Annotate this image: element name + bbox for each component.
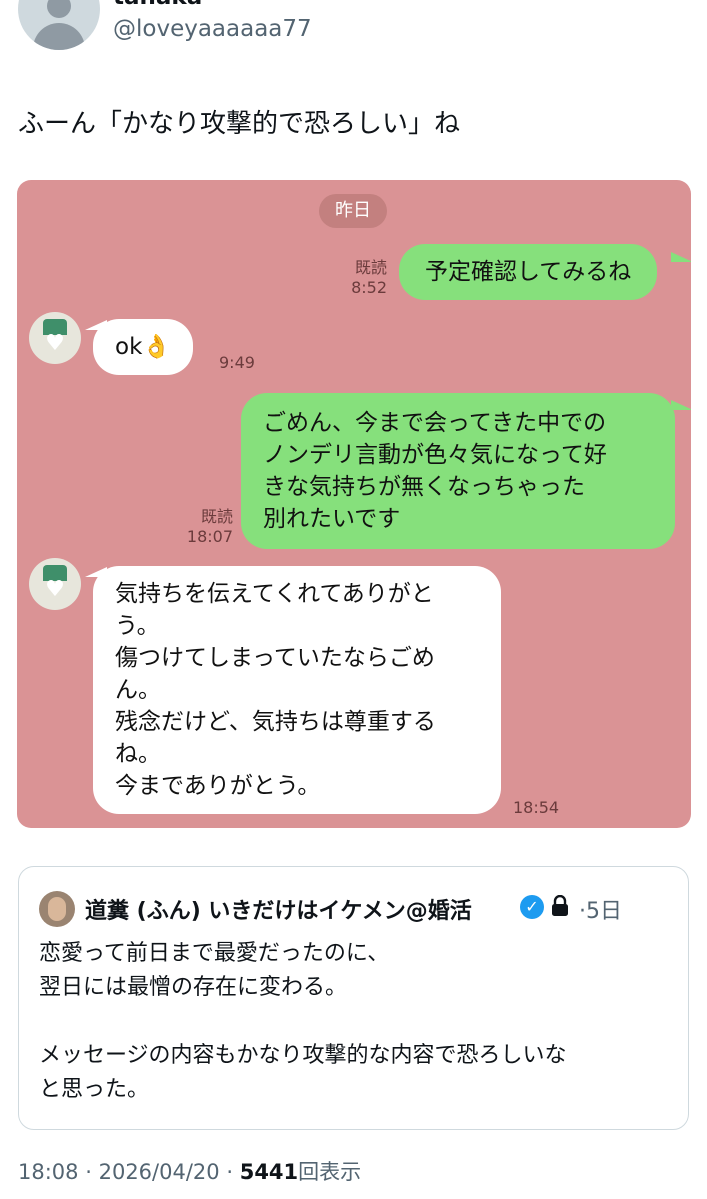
message-line: 気持ちを伝えてくれてありがと [115, 581, 434, 607]
chat-screenshot[interactable]: 昨日 既読 8:52 予定確認してみるね ♥ ok👌 9:49 既読 18:07… [17, 180, 691, 828]
heart-icon: ♥ [45, 331, 65, 356]
message-line: 別れたいです [263, 506, 401, 532]
message-line: ん。 [115, 677, 161, 703]
contact-avatar[interactable]: ♥ [29, 312, 81, 364]
verified-badge-icon: ✓ [520, 895, 544, 919]
default-avatar-body-icon [33, 23, 85, 50]
message-line: う。 [115, 613, 160, 639]
separator-dot: · [226, 1160, 234, 1184]
contact-avatar[interactable]: ♥ [29, 558, 81, 610]
quoted-author-name[interactable]: 道糞 (ふん) いきだけはイケメン@婚活 [85, 893, 472, 925]
quoted-date[interactable]: ·5日 [579, 893, 622, 925]
tweet-date[interactable]: 2026/04/20 [99, 1160, 220, 1184]
message-time: 18:07 [186, 527, 233, 546]
avatar-face-icon [48, 897, 66, 921]
quoted-tweet-card[interactable]: 道糞 (ふん) いきだけはイケメン@婚活 ✓ ·5日 恋愛って前日まで最愛だった… [18, 866, 689, 1130]
author-avatar[interactable] [18, 0, 100, 50]
quoted-line: 翌日には最憎の存在に変わる。 [39, 975, 348, 1000]
message-time: 18:54 [513, 798, 560, 817]
bubble-tail [671, 400, 691, 410]
quoted-date-text: 5日 [586, 899, 622, 924]
date-divider: 昨日 [319, 194, 387, 228]
view-count[interactable]: 5441 [240, 1160, 298, 1184]
quoted-tweet-body: 恋愛って前日まで最愛だったのに、 翌日には最憎の存在に変わる。 メッセージの内容… [39, 937, 679, 1107]
message-meta: 既読 18:07 [183, 507, 233, 547]
heart-icon: ♥ [45, 577, 65, 602]
message-text: 予定確認してみるね [425, 259, 632, 285]
author-name[interactable]: tanaka [113, 0, 202, 10]
quoted-author-avatar[interactable] [39, 891, 75, 927]
default-avatar-head-icon [47, 0, 71, 18]
author-handle[interactable]: @loveyaaaaaa77 [113, 16, 312, 42]
message-bubble: ok👌 [93, 319, 194, 375]
lock-icon [551, 894, 569, 921]
bubble-tail [671, 252, 691, 262]
tweet-footer: 18:08 · 2026/04/20 · 5441回表示 [18, 1156, 361, 1186]
read-label: 既読 [200, 507, 233, 526]
separator-dot: · [85, 1160, 92, 1184]
view-count-label: 回表示 [298, 1160, 362, 1184]
message-line: ごめん、今まで会ってきた中での [263, 410, 607, 436]
message-bubble: 気持ちを伝えてくれてありがと う。 傷つけてしまっていたならごめ ん。 残念だけ… [93, 566, 501, 814]
message-meta: 既読 8:52 [337, 258, 387, 298]
quoted-line: 恋愛って前日まで最愛だったのに、 [39, 941, 390, 966]
quoted-line: と思った。 [39, 1077, 150, 1102]
message-line: 今までありがとう。 [115, 773, 321, 799]
message-time: 8:52 [351, 278, 387, 297]
tweet-text: ふーん「かなり攻撃的で恐ろしい」ね [18, 109, 461, 139]
message-line: きな気持ちが無くなっちゃった [263, 474, 585, 500]
message-line: 傷つけてしまっていたならごめ [115, 645, 435, 671]
message-line: 残念だけど、気持ちは尊重する [115, 709, 436, 735]
message-time: 9:49 [219, 353, 255, 372]
message-bubble: 予定確認してみるね [399, 244, 658, 300]
message-text: ok👌 [115, 334, 172, 360]
tweet-time[interactable]: 18:08 [18, 1160, 79, 1184]
read-label: 既読 [354, 258, 387, 277]
message-line: ね。 [115, 741, 161, 767]
separator-dot: · [579, 899, 586, 924]
quoted-line [39, 1005, 679, 1039]
message-line: ノンデリ言動が色々気になって好 [263, 442, 607, 468]
message-bubble: ごめん、今まで会ってきた中での ノンデリ言動が色々気になって好 きな気持ちが無く… [241, 393, 675, 549]
quoted-line: メッセージの内容もかなり攻撃的な内容で恐ろしいな [39, 1043, 567, 1068]
